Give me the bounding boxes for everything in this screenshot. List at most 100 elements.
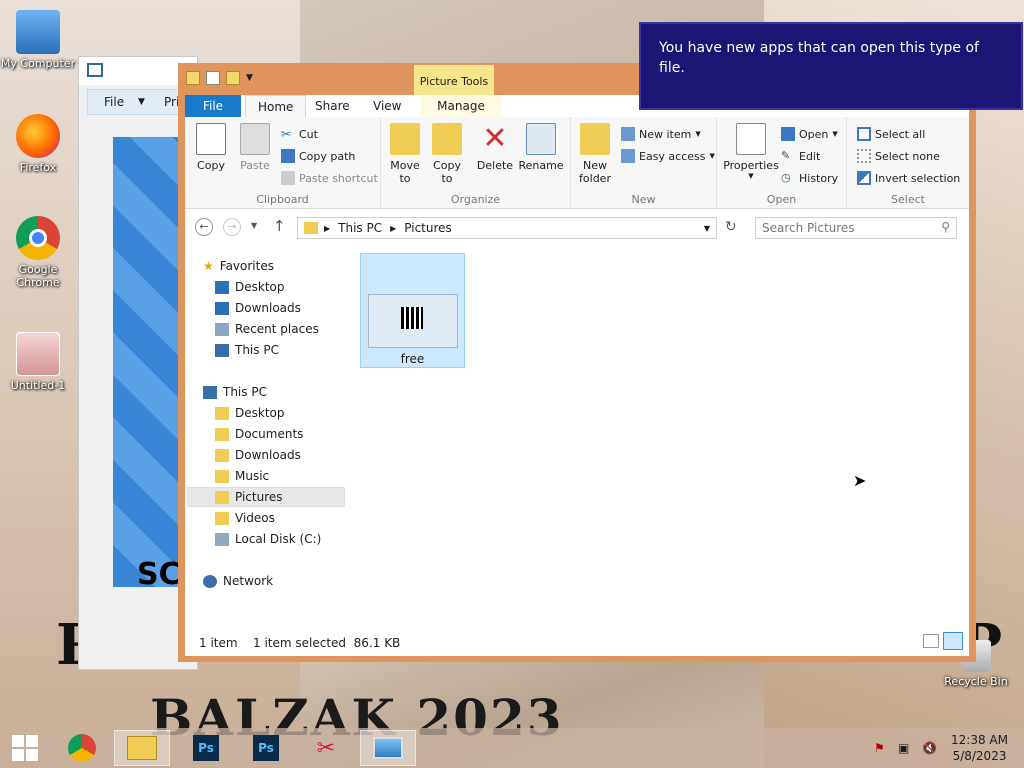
new-folder-icon[interactable] — [226, 71, 240, 85]
nav-this-pc[interactable]: This PC — [203, 382, 361, 402]
back-button[interactable]: ← — [195, 218, 213, 236]
network-status-icon[interactable]: ▣ — [898, 741, 914, 755]
star-icon: ★ — [203, 259, 214, 273]
chevron-down-icon: ▼ — [695, 130, 701, 138]
open-button[interactable]: Open ▼ — [781, 127, 838, 141]
select-all-button[interactable]: Select all — [857, 127, 925, 141]
copy-button[interactable]: Copy — [189, 123, 233, 172]
breadcrumb-pictures[interactable]: Pictures — [404, 221, 452, 235]
move-to-button[interactable]: Move to — [383, 123, 427, 185]
nav-local-disk[interactable]: Local Disk (C:) — [215, 529, 373, 549]
chevron-down-icon[interactable]: ▼ — [704, 224, 710, 233]
nav-pc-downloads[interactable]: Downloads — [215, 445, 373, 465]
rename-button[interactable]: Rename — [517, 123, 565, 172]
edit-button[interactable]: ✎ Edit — [781, 149, 820, 163]
new-item-label: New item — [639, 127, 692, 141]
chevron-down-icon[interactable]: ▼ — [246, 71, 253, 85]
move-folder-icon — [390, 123, 420, 155]
tab-file[interactable]: File — [185, 95, 241, 117]
chevron-down-icon[interactable]: ▼ — [138, 97, 145, 107]
notification-toast[interactable]: You have new apps that can open this typ… — [639, 22, 1023, 110]
computer-icon — [215, 343, 229, 357]
folder-icon — [127, 736, 157, 760]
new-item-button[interactable]: New item ▼ — [621, 127, 701, 141]
copy-to-button[interactable]: Copy to — [425, 123, 469, 185]
breadcrumb-this-pc[interactable]: This PC — [338, 221, 382, 235]
cut-button[interactable]: ✂ Cut — [281, 127, 318, 141]
nav-pc-desktop[interactable]: Desktop — [215, 403, 373, 423]
desktop-icon-my-computer[interactable]: My Computer — [0, 10, 76, 70]
delete-button[interactable]: ✕ Delete — [473, 123, 517, 173]
nav-recent-places[interactable]: Recent places — [215, 319, 373, 339]
firefox-icon — [16, 114, 60, 158]
nav-favorites[interactable]: ★ Favorites — [203, 256, 361, 276]
clock[interactable]: 12:38 AM 5/8/2023 — [951, 732, 1008, 764]
chevron-down-icon: ▼ — [832, 130, 838, 138]
file-tile[interactable]: free — [360, 253, 465, 368]
address-bar[interactable]: ▶ This PC ▶ Pictures ▼ — [297, 217, 717, 239]
clipboard-group: Copy Paste ✂ Cut Copy path Paste shortcu… — [185, 117, 381, 209]
nav-this-pc-favorite[interactable]: This PC — [215, 340, 373, 360]
taskbar-snipping-tool[interactable]: ✂ — [298, 730, 354, 766]
refresh-button[interactable]: ↻ — [725, 219, 737, 235]
large-icons-view-button[interactable] — [943, 632, 963, 650]
properties-button[interactable]: Properties ▼ — [721, 123, 781, 180]
notification-text: You have new apps that can open this typ… — [659, 40, 979, 76]
tab-share[interactable]: Share — [303, 95, 362, 117]
chrome-icon — [68, 734, 96, 762]
tab-home[interactable]: Home — [245, 95, 307, 117]
desktop-icon-label: Google Chrome — [16, 263, 60, 289]
nav-label: This PC — [223, 385, 267, 399]
file-menu[interactable]: File — [104, 95, 124, 109]
edit-icon: ✎ — [781, 149, 791, 162]
nav-music[interactable]: Music — [215, 466, 373, 486]
print-menu[interactable]: Pri — [164, 95, 179, 109]
history-label: History — [799, 171, 839, 185]
taskbar-photo-viewer[interactable] — [360, 730, 416, 766]
up-button[interactable]: ↑ — [273, 217, 286, 235]
nav-documents[interactable]: Documents — [215, 424, 373, 444]
app-icon — [87, 63, 103, 77]
invert-selection-button[interactable]: Invert selection — [857, 171, 960, 185]
taskbar-chrome[interactable] — [54, 730, 110, 766]
new-folder-button[interactable]: New folder — [573, 123, 617, 185]
paste-shortcut-button[interactable]: Paste shortcut — [281, 171, 378, 185]
easy-access-button[interactable]: Easy access ▼ — [621, 149, 715, 163]
start-button[interactable] — [0, 730, 50, 766]
desktop-icon-untitled[interactable]: Untitled-1 — [0, 332, 76, 392]
forward-button[interactable]: → — [223, 218, 241, 236]
tab-view[interactable]: View — [361, 95, 413, 117]
file-explorer-window[interactable]: ▼ Picture Tools File Home Share View Man… — [178, 63, 976, 662]
select-none-button[interactable]: Select none — [857, 149, 940, 163]
recent-locations-icon[interactable]: ▼ — [251, 221, 257, 230]
nav-network[interactable]: Network — [203, 571, 361, 591]
search-placeholder: Search Pictures — [762, 221, 855, 235]
chevron-down-icon: ▼ — [748, 172, 754, 180]
nav-desktop[interactable]: Desktop — [215, 277, 373, 297]
history-button[interactable]: ◷ History — [781, 171, 838, 185]
photo-viewer-icon — [373, 737, 403, 759]
copy-path-button[interactable]: Copy path — [281, 149, 355, 163]
folder-icon[interactable] — [186, 71, 200, 85]
windows-logo-icon — [12, 735, 38, 761]
desktop-icon-chrome[interactable]: Google Chrome — [0, 216, 76, 289]
properties-icon[interactable] — [206, 71, 220, 85]
paste-button[interactable]: Paste — [233, 123, 277, 172]
taskbar-photoshop-1[interactable]: Ps — [178, 730, 234, 766]
folder-icon — [215, 448, 229, 462]
action-center-icon[interactable]: ⚑ — [874, 741, 890, 755]
move-to-label: Move — [390, 159, 420, 172]
search-input[interactable]: Search Pictures ⚲ — [755, 217, 957, 239]
photoshop-icon: Ps — [193, 735, 219, 761]
drive-icon — [215, 532, 229, 546]
taskbar-photoshop-2[interactable]: Ps — [238, 730, 294, 766]
nav-videos[interactable]: Videos — [215, 508, 373, 528]
tab-manage[interactable]: Manage — [421, 95, 501, 117]
taskbar-file-explorer[interactable] — [114, 730, 170, 766]
details-view-button[interactable] — [923, 634, 939, 648]
volume-muted-icon[interactable]: 🔇 — [922, 741, 938, 755]
desktop-icon-firefox[interactable]: Firefox — [0, 114, 76, 174]
computer-icon — [203, 385, 217, 399]
nav-downloads[interactable]: Downloads — [215, 298, 373, 318]
nav-pictures[interactable]: Pictures — [187, 487, 345, 507]
